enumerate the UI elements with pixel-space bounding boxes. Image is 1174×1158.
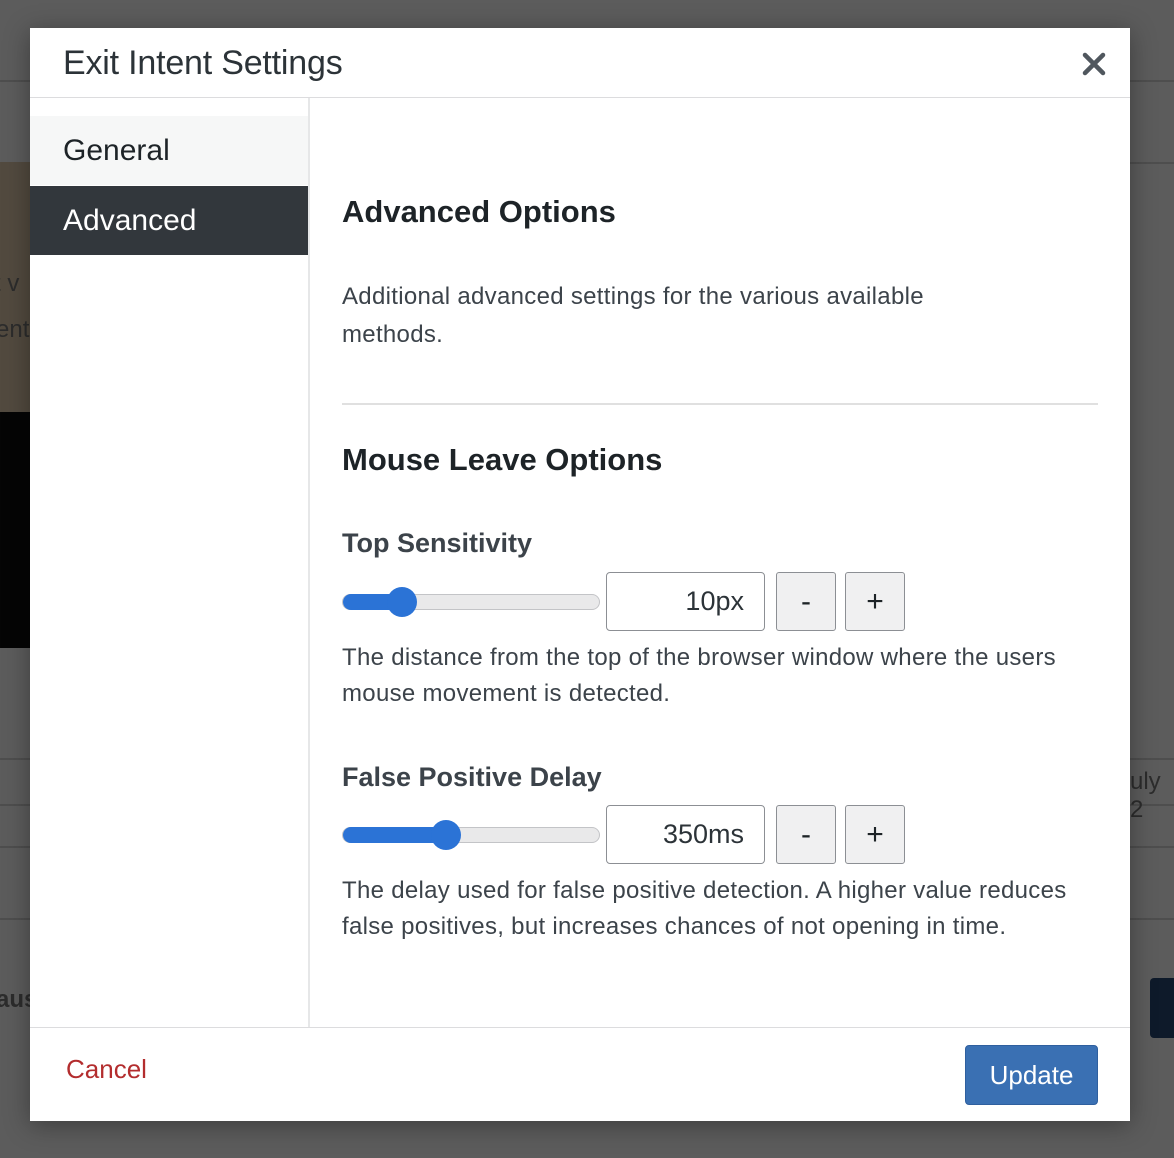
mouse-leave-heading: Mouse Leave Options — [342, 442, 663, 477]
background-video — [0, 412, 30, 648]
top-sensitivity-input[interactable]: 10 px — [606, 572, 765, 631]
advanced-options-heading: Advanced Options — [342, 194, 616, 229]
top-sensitivity-value: 10 — [685, 586, 716, 616]
top-sensitivity-label: Top Sensitivity — [342, 528, 533, 558]
false-positive-delay-input[interactable]: 350 ms — [606, 805, 765, 864]
false-positive-delay-label: False Positive Delay — [342, 762, 602, 792]
update-button[interactable]: Update — [965, 1045, 1098, 1105]
background-text: t v — [0, 270, 20, 297]
exit-intent-settings-dialog: Exit Intent Settings General Advanced Ad… — [30, 28, 1130, 1121]
section-divider — [342, 403, 1098, 405]
top-sensitivity-slider[interactable] — [342, 587, 600, 617]
advanced-panel: Advanced Options Additional advanced set… — [342, 98, 1098, 1027]
tab-advanced[interactable]: Advanced — [30, 186, 308, 255]
false-positive-delay-help: The delay used for false positive detect… — [342, 877, 1067, 940]
dialog-title: Exit Intent Settings — [63, 44, 343, 82]
tab-general-label: General — [63, 133, 170, 167]
false-positive-delay-unit: ms — [708, 819, 744, 849]
top-sensitivity-unit: px — [715, 586, 744, 616]
background-text: uly 2 — [1130, 768, 1161, 823]
slider-thumb[interactable] — [431, 820, 462, 850]
tab-advanced-label: Advanced — [63, 203, 197, 237]
background-text: ent — [0, 316, 30, 343]
top-sensitivity-decrement-button[interactable]: - — [776, 572, 836, 631]
false-positive-delay-slider[interactable] — [342, 820, 600, 850]
false-positive-delay-value: 350 — [662, 819, 708, 849]
false-positive-delay-increment-button[interactable]: + — [845, 805, 905, 864]
background-button — [1150, 978, 1174, 1038]
close-icon — [1082, 52, 1106, 76]
dialog-footer: Cancel Update — [30, 1027, 1130, 1121]
settings-sidebar: General Advanced — [30, 98, 310, 1027]
top-sensitivity-help: The distance from the top of the browser… — [342, 644, 1056, 707]
close-button[interactable] — [1076, 46, 1112, 82]
false-positive-delay-decrement-button[interactable]: - — [776, 805, 836, 864]
cancel-button[interactable]: Cancel — [66, 1054, 147, 1085]
advanced-options-description: Additional advanced settings for the var… — [342, 283, 924, 348]
dialog-header: Exit Intent Settings — [30, 28, 1130, 98]
slider-thumb[interactable] — [386, 587, 417, 617]
top-sensitivity-increment-button[interactable]: + — [845, 572, 905, 631]
tab-general[interactable]: General — [30, 116, 308, 185]
